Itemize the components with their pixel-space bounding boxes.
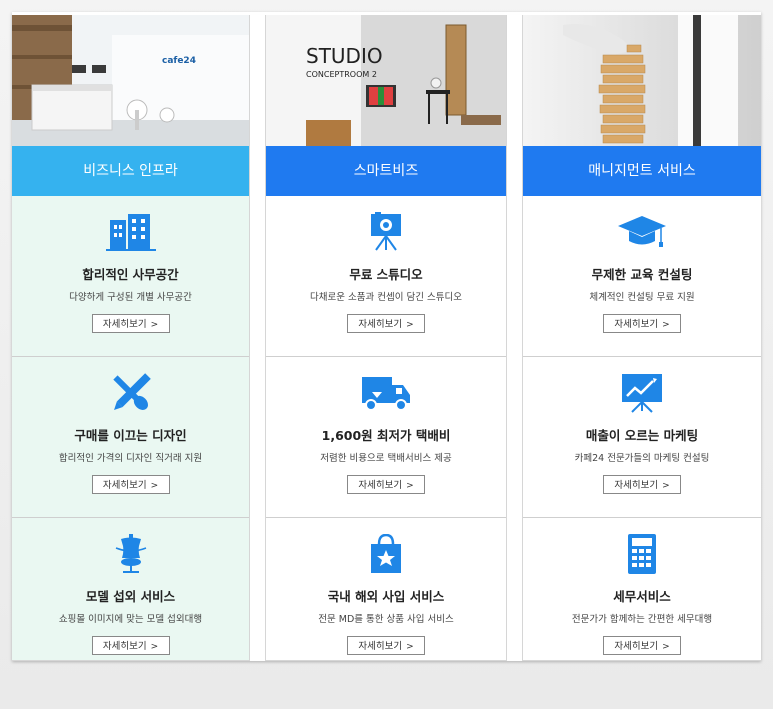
detail-button[interactable]: 자세히보기 > bbox=[91, 475, 170, 494]
column-management: 매니지먼트 서비스 무제한 교육 컨설팅 체계적인 컨설팅 무료 지원 자세히보… bbox=[522, 15, 761, 661]
header-business-infra: 비즈니스 인프라 bbox=[12, 146, 249, 196]
header-management: 매니지먼트 서비스 bbox=[523, 146, 761, 196]
service-desc: 다양하게 구성된 개별 사무공간 bbox=[69, 292, 192, 303]
service-title: 무료 스튜디오 bbox=[349, 267, 423, 282]
detail-button[interactable]: 자세히보기 > bbox=[603, 314, 681, 333]
mannequin-icon bbox=[115, 534, 146, 573]
service-title: 무제한 교육 컨설팅 bbox=[591, 267, 693, 282]
design-tools-icon bbox=[112, 373, 151, 410]
service-item: 무료 스튜디오 다채로운 소품과 컨셉이 담긴 스튜디오 자세히보기 > bbox=[266, 196, 506, 357]
detail-button-label: 자세히보기 bbox=[102, 319, 147, 330]
shopping-bag-icon bbox=[371, 534, 401, 573]
service-title: 1,600원 최저가 택배비 bbox=[321, 428, 451, 443]
service-item: 세무서비스 전문가가 함께하는 간편한 세무대행 자세히보기 > bbox=[523, 518, 761, 661]
service-desc: 전문 MD를 통한 상품 사입 서비스 bbox=[318, 614, 454, 625]
detail-button-label: 자세히보기 bbox=[102, 641, 147, 652]
detail-button[interactable]: 자세히보기 > bbox=[603, 475, 681, 494]
studio-logo: STUDIO bbox=[306, 44, 383, 68]
building-icon bbox=[105, 214, 156, 251]
camera-easel-icon bbox=[371, 212, 401, 251]
studio-sublogo: CONCEPTROOM 2 bbox=[306, 70, 377, 79]
cafe24-logo: cafe24 bbox=[162, 56, 196, 66]
service-item: 합리적인 사무공간 다양하게 구성된 개별 사무공간 자세히보기 > bbox=[12, 196, 249, 357]
presentation-chart-icon bbox=[622, 374, 662, 413]
service-desc: 저렴한 비용으로 택배서비스 제공 bbox=[320, 453, 452, 464]
chevron-right-icon: > bbox=[150, 481, 159, 491]
detail-button[interactable]: 자세히보기 > bbox=[91, 314, 170, 333]
column-smart-biz: STUDIO CONCEPTROOM 2 스마트비즈 무료 스튜디오 다채로운 … bbox=[265, 15, 507, 661]
detail-button-label: 자세히보기 bbox=[614, 480, 659, 491]
office-photo: cafe24 bbox=[12, 15, 249, 146]
chevron-right-icon: > bbox=[406, 642, 414, 652]
service-item: 국내 해외 사입 서비스 전문 MD를 통한 상품 사입 서비스 자세히보기 > bbox=[266, 518, 506, 661]
service-item: 모델 섭외 서비스 쇼핑몰 이미지에 맞는 모델 섭외대행 자세히보기 > bbox=[12, 518, 249, 661]
photo-frame: cafe24 비즈니스 인프라 합리적인 사무공간 다양하게 구성된 개별 사무… bbox=[0, 0, 773, 709]
service-title: 합리적인 사무공간 bbox=[82, 267, 179, 282]
service-title: 세무서비스 bbox=[613, 589, 671, 604]
service-title: 매출이 오르는 마케팅 bbox=[585, 428, 699, 443]
calculator-icon bbox=[628, 534, 656, 574]
service-desc: 카페24 전문가들의 마케팅 컨설팅 bbox=[574, 453, 710, 464]
detail-button[interactable]: 자세히보기 > bbox=[603, 636, 681, 655]
detail-button-label: 자세히보기 bbox=[358, 480, 403, 491]
studio-photo: STUDIO CONCEPTROOM 2 bbox=[266, 15, 506, 146]
service-desc: 체계적인 컨설팅 무료 지원 bbox=[589, 292, 695, 303]
service-item: 매출이 오르는 마케팅 카페24 전문가들의 마케팅 컨설팅 자세히보기 > bbox=[523, 357, 761, 518]
chevron-right-icon: > bbox=[662, 320, 670, 330]
service-title: 국내 해외 사입 서비스 bbox=[327, 589, 445, 604]
service-item: 구매를 이끄는 디자인 합리적인 가격의 디자인 직거래 지원 자세히보기 > bbox=[12, 357, 249, 518]
service-item: 무제한 교육 컨설팅 체계적인 컨설팅 무료 지원 자세히보기 > bbox=[523, 196, 761, 357]
service-title: 구매를 이끄는 디자인 bbox=[74, 428, 187, 443]
chevron-right-icon: > bbox=[662, 481, 670, 491]
graduation-cap-icon bbox=[618, 216, 666, 247]
delivery-truck-icon bbox=[362, 377, 410, 411]
service-title: 모델 섭외 서비스 bbox=[85, 589, 176, 604]
chevron-right-icon: > bbox=[662, 642, 670, 652]
detail-button[interactable]: 자세히보기 > bbox=[91, 636, 170, 655]
jenga-photo bbox=[523, 15, 761, 146]
chevron-right-icon: > bbox=[150, 320, 159, 330]
service-desc: 다채로운 소품과 컨셉이 담긴 스튜디오 bbox=[310, 292, 462, 303]
service-desc: 합리적인 가격의 디자인 직거래 지원 bbox=[58, 453, 203, 464]
detail-button[interactable]: 자세히보기 > bbox=[347, 314, 425, 333]
chevron-right-icon: > bbox=[150, 642, 159, 652]
service-desc: 전문가가 함께하는 간편한 세무대행 bbox=[571, 614, 713, 625]
detail-button[interactable]: 자세히보기 > bbox=[347, 636, 425, 655]
chevron-right-icon: > bbox=[406, 320, 414, 330]
column-business-infra: cafe24 비즈니스 인프라 합리적인 사무공간 다양하게 구성된 개별 사무… bbox=[12, 15, 250, 661]
detail-button-label: 자세히보기 bbox=[614, 319, 659, 330]
header-smart-biz: 스마트비즈 bbox=[266, 146, 506, 196]
service-desc: 쇼핑몰 이미지에 맞는 모델 섭외대행 bbox=[58, 614, 203, 625]
detail-button-label: 자세히보기 bbox=[358, 641, 403, 652]
detail-button-label: 자세히보기 bbox=[358, 319, 403, 330]
detail-button[interactable]: 자세히보기 > bbox=[347, 475, 425, 494]
chevron-right-icon: > bbox=[406, 481, 414, 491]
service-item: 1,600원 최저가 택배비 저렴한 비용으로 택배서비스 제공 자세히보기 > bbox=[266, 357, 506, 518]
services-panel: cafe24 비즈니스 인프라 합리적인 사무공간 다양하게 구성된 개별 사무… bbox=[12, 12, 761, 661]
detail-button-label: 자세히보기 bbox=[614, 641, 659, 652]
detail-button-label: 자세히보기 bbox=[102, 480, 147, 491]
